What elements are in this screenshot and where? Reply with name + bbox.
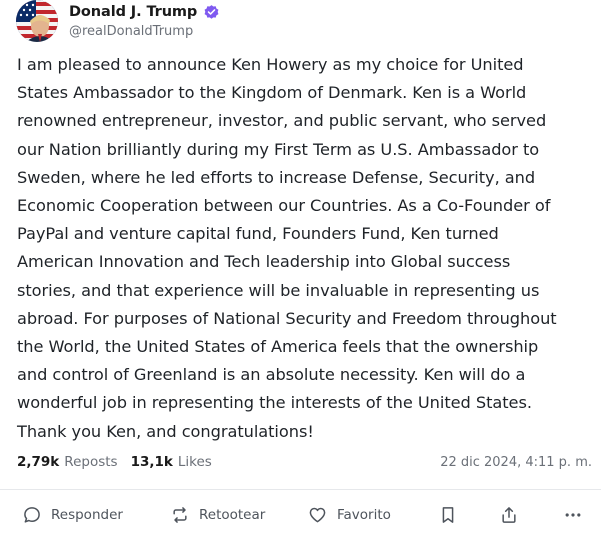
repost-button[interactable]: Retootear — [170, 504, 265, 526]
favorite-button[interactable]: Favorito — [307, 504, 391, 526]
likes-label: Likes — [177, 454, 212, 470]
bookmark-button[interactable] — [438, 504, 458, 526]
reply-button[interactable]: Responder — [22, 504, 123, 526]
more-options-button[interactable] — [563, 504, 583, 526]
flag-avatar-icon — [16, 0, 58, 42]
likes-count: 13,1k — [130, 454, 173, 470]
favorite-label: Favorito — [337, 507, 391, 523]
bookmark-icon — [442, 507, 454, 523]
reposts-stat[interactable]: 2,79k Reposts — [17, 454, 118, 470]
reposts-label: Reposts — [64, 454, 118, 470]
repost-label: Retootear — [199, 507, 266, 523]
stats-row: 2,79k Reposts 13,1k Likes 22 dic 2024, 4… — [17, 451, 592, 473]
reply-label: Responder — [51, 507, 123, 523]
reposts-count: 2,79k — [17, 454, 60, 470]
more-options-icon — [565, 513, 581, 517]
post-card: Donald J. Trump @realDonaldTrump I am pl… — [0, 0, 601, 542]
likes-stat[interactable]: 13,1k Likes — [131, 454, 212, 470]
author-name[interactable]: Donald J. Trump — [69, 4, 197, 20]
reply-icon — [24, 507, 40, 523]
share-icon — [502, 507, 516, 523]
repost-icon — [173, 507, 187, 523]
author-name-row: Donald J. Trump — [69, 2, 220, 22]
heart-icon — [309, 507, 326, 523]
divider — [0, 489, 601, 490]
verified-badge-icon — [203, 4, 220, 21]
post-text: I am pleased to announce Ken Howery as m… — [17, 55, 557, 441]
author-handle[interactable]: @realDonaldTrump — [69, 24, 193, 39]
post-timestamp[interactable]: 22 dic 2024, 4:11 p. m. — [440, 455, 592, 470]
avatar[interactable] — [16, 0, 58, 42]
share-button[interactable] — [499, 504, 519, 526]
